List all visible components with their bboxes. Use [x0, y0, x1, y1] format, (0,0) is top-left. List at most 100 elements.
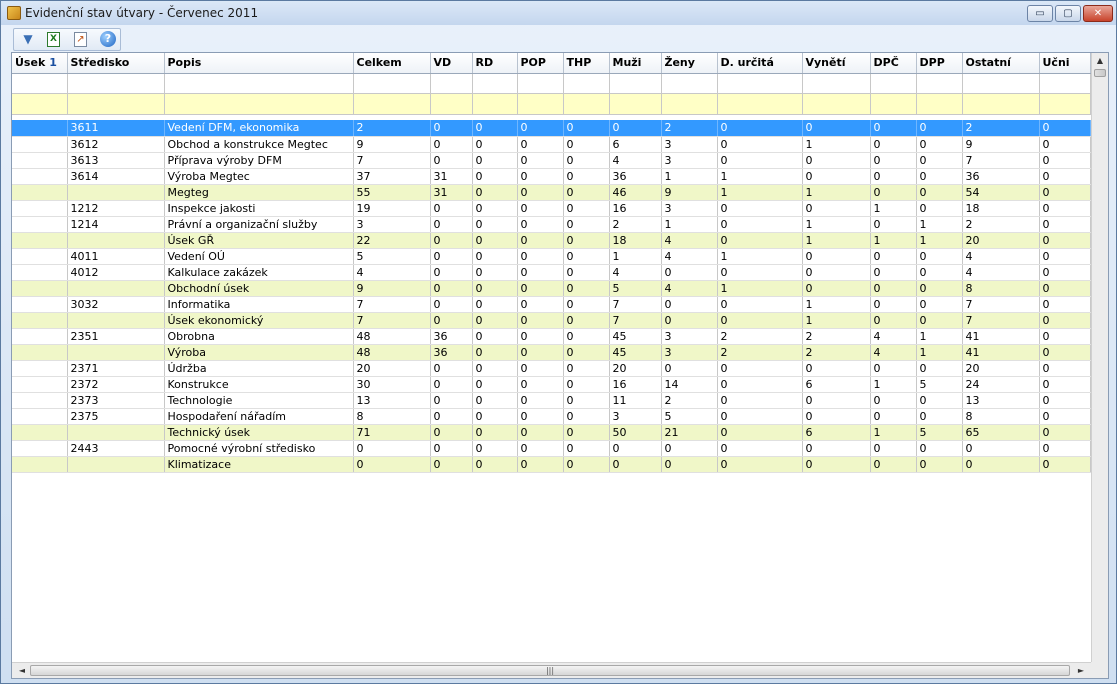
table-cell[interactable]: 0: [1039, 264, 1091, 281]
table-cell[interactable]: 0: [1039, 328, 1091, 345]
table-cell[interactable]: 0: [430, 312, 473, 329]
table-cell[interactable]: 4: [962, 264, 1040, 281]
table-cell[interactable]: 0: [517, 264, 564, 281]
filter-row-2-cell[interactable]: [870, 93, 917, 115]
table-cell[interactable]: [12, 216, 68, 233]
table-row[interactable]: 3032 Informatika 7 0 0 0 0 7 0 0 1 0 0 7 0: [12, 296, 1091, 313]
table-cell[interactable]: 0: [870, 136, 917, 153]
table-cell[interactable]: 0: [717, 440, 803, 457]
table-cell[interactable]: 2375: [67, 408, 165, 425]
table-cell[interactable]: 19: [353, 200, 431, 217]
table-cell[interactable]: 14: [661, 376, 718, 393]
table-cell[interactable]: 4011: [67, 248, 165, 265]
table-cell[interactable]: 0: [563, 312, 610, 329]
table-cell[interactable]: 2: [661, 120, 718, 137]
table-cell[interactable]: 0: [563, 440, 610, 457]
table-cell[interactable]: 7: [962, 312, 1040, 329]
filter-row-cell[interactable]: [661, 73, 718, 94]
table-cell[interactable]: 9: [661, 184, 718, 201]
filter-row-cell[interactable]: [517, 73, 564, 94]
table-cell[interactable]: 0: [802, 440, 871, 457]
column-header[interactable]: Ostatní: [962, 53, 1040, 74]
table-cell[interactable]: 0: [430, 200, 473, 217]
column-header[interactable]: DPP: [916, 53, 963, 74]
table-cell[interactable]: 0: [563, 120, 610, 137]
table-cell[interactable]: 0: [1039, 456, 1091, 473]
table-cell[interactable]: Inspekce jakosti: [164, 200, 354, 217]
table-cell[interactable]: 3: [661, 136, 718, 153]
table-cell[interactable]: 3: [609, 408, 662, 425]
table-cell[interactable]: 0: [517, 168, 564, 185]
table-cell[interactable]: 2443: [67, 440, 165, 457]
table-cell[interactable]: 8: [962, 280, 1040, 297]
table-cell[interactable]: 0: [517, 216, 564, 233]
table-cell[interactable]: [12, 408, 68, 425]
table-cell[interactable]: 2: [609, 216, 662, 233]
column-header[interactable]: D. určitá: [717, 53, 803, 74]
table-cell[interactable]: 0: [1039, 232, 1091, 249]
table-cell[interactable]: [67, 312, 165, 329]
filter-row-cell[interactable]: [472, 73, 518, 94]
title-bar[interactable]: Evidenční stav útvary - Červenec 2011 ▭ …: [1, 1, 1116, 25]
table-cell[interactable]: 0: [430, 264, 473, 281]
table-cell[interactable]: 1: [916, 216, 963, 233]
table-cell[interactable]: 7: [962, 152, 1040, 169]
table-cell[interactable]: 0: [563, 248, 610, 265]
table-cell[interactable]: 0: [563, 200, 610, 217]
table-cell[interactable]: [67, 424, 165, 441]
table-cell[interactable]: 0: [717, 200, 803, 217]
table-cell[interactable]: [12, 440, 68, 457]
table-cell[interactable]: 0: [870, 168, 917, 185]
table-cell[interactable]: 1: [802, 312, 871, 329]
table-cell[interactable]: [12, 328, 68, 345]
table-cell[interactable]: 0: [563, 168, 610, 185]
table-cell[interactable]: 0: [517, 376, 564, 393]
table-cell[interactable]: 0: [1039, 152, 1091, 169]
table-cell[interactable]: 1: [717, 168, 803, 185]
table-cell[interactable]: [67, 456, 165, 473]
table-cell[interactable]: 1: [802, 136, 871, 153]
table-cell[interactable]: 0: [870, 392, 917, 409]
table-cell[interactable]: 0: [802, 152, 871, 169]
table-cell[interactable]: 0: [916, 168, 963, 185]
table-cell[interactable]: [12, 248, 68, 265]
table-cell[interactable]: 0: [517, 232, 564, 249]
filter-row-2-cell[interactable]: [802, 93, 871, 115]
table-cell[interactable]: 0: [353, 456, 431, 473]
table-cell[interactable]: 3611: [67, 120, 165, 137]
table-cell[interactable]: 0: [472, 280, 518, 297]
table-cell[interactable]: 0: [430, 280, 473, 297]
table-cell[interactable]: 0: [1039, 392, 1091, 409]
table-cell[interactable]: Informatika: [164, 296, 354, 313]
table-cell[interactable]: 4: [661, 248, 718, 265]
table-cell[interactable]: 0: [1039, 376, 1091, 393]
table-cell[interactable]: 0: [563, 216, 610, 233]
table-cell[interactable]: 0: [717, 408, 803, 425]
table-cell[interactable]: 0: [870, 408, 917, 425]
table-cell[interactable]: 7: [353, 152, 431, 169]
filter-row-cell[interactable]: [609, 73, 662, 94]
table-cell[interactable]: 0: [430, 152, 473, 169]
filter-row-2-cell[interactable]: [164, 93, 354, 115]
table-cell[interactable]: 2372: [67, 376, 165, 393]
table-cell[interactable]: 0: [563, 392, 610, 409]
table-cell[interactable]: 0: [472, 376, 518, 393]
table-cell[interactable]: 0: [517, 424, 564, 441]
table-cell[interactable]: 0: [517, 280, 564, 297]
table-cell[interactable]: 0: [802, 392, 871, 409]
table-cell[interactable]: Konstrukce: [164, 376, 354, 393]
filter-row-cell[interactable]: [430, 73, 473, 94]
table-cell[interactable]: 2: [717, 344, 803, 361]
table-cell[interactable]: 0: [916, 312, 963, 329]
table-cell[interactable]: 0: [870, 120, 917, 137]
table-cell[interactable]: Právní a organizační služby: [164, 216, 354, 233]
table-cell[interactable]: Hospodaření nářadím: [164, 408, 354, 425]
table-cell[interactable]: 0: [472, 408, 518, 425]
table-cell[interactable]: 0: [517, 392, 564, 409]
data-grid[interactable]: Úsek 1 Středisko Popis Celkem VD RD POP THP Muži Ž…: [11, 52, 1109, 679]
table-row[interactable]: 4011 Vedení OÚ 5 0 0 0 0 1 4 1 0 0 0 4 0: [12, 248, 1091, 265]
table-cell[interactable]: 45: [609, 344, 662, 361]
maximize-button[interactable]: ▢: [1055, 5, 1081, 22]
table-cell[interactable]: 0: [430, 216, 473, 233]
table-cell[interactable]: 2371: [67, 360, 165, 377]
